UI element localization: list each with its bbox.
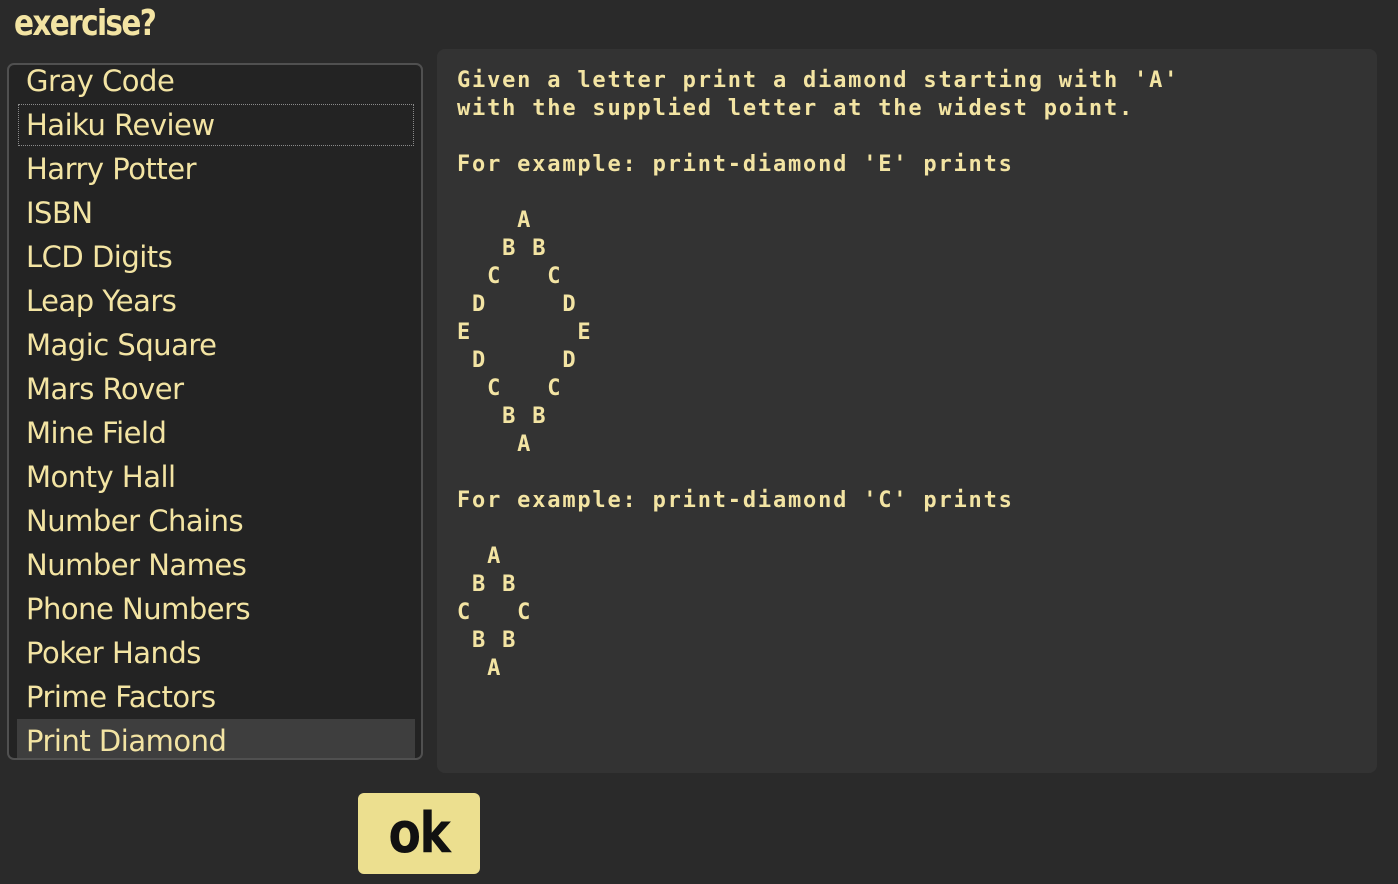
exercise-list-item[interactable]: Gray Code [17, 65, 415, 103]
exercise-list-item[interactable]: Prime Factors [17, 675, 415, 719]
exercise-list-item[interactable]: Mars Rover [17, 367, 415, 411]
exercise-list-item[interactable]: Mine Field [17, 411, 415, 455]
exercise-description: Given a letter print a diamond starting … [457, 68, 1180, 681]
exercise-list-item[interactable]: Number Names [17, 543, 415, 587]
exercise-list[interactable]: Gray Code Haiku Review Harry Potter ISBN LCD… [7, 63, 423, 760]
exercise-list-item[interactable]: Print Diamond [17, 719, 415, 758]
exercise-list-item[interactable]: Magic Square [17, 323, 415, 367]
exercise-list-item[interactable]: Poker Hands [17, 631, 415, 675]
exercise-list-items: Gray Code Haiku Review Harry Potter ISBN LCD… [17, 65, 415, 758]
exercise-list-item[interactable]: ISBN [17, 191, 415, 235]
exercise-description-panel: Given a letter print a diamond starting … [437, 49, 1377, 773]
ok-button[interactable]: ok [358, 793, 480, 874]
exercise-list-item[interactable]: Number Chains [17, 499, 415, 543]
exercise-list-item[interactable]: Phone Numbers [17, 587, 415, 631]
exercise-list-item[interactable]: Leap Years [17, 279, 415, 323]
exercise-list-item[interactable]: Harry Potter [17, 147, 415, 191]
exercise-list-item[interactable]: Monty Hall [17, 455, 415, 499]
exercise-list-item[interactable]: Haiku Review [17, 103, 415, 147]
exercise-list-item[interactable]: LCD Digits [17, 235, 415, 279]
dialog-heading: exercise? [14, 3, 157, 44]
ok-button-label: ok [388, 801, 452, 866]
